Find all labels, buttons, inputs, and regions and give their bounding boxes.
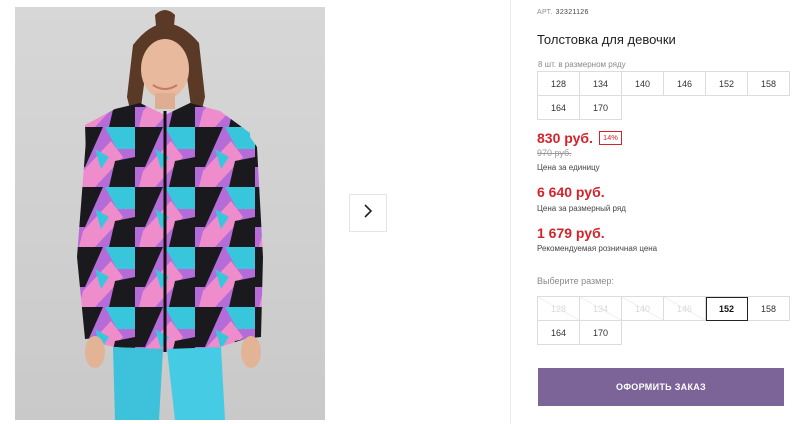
size-option-disabled: 128 [538,297,580,321]
pack-size-cell: 164 [538,96,580,120]
product-title: Толстовка для девочки [537,32,676,47]
size-option[interactable]: 170 [580,321,622,345]
pack-size-cell: 140 [622,72,664,96]
unit-price-row: 830 руб. 14% [537,130,622,146]
pack-price: 6 640 руб. [537,184,605,200]
retail-price: 1 679 руб. [537,225,605,241]
product-photo [15,7,325,420]
size-option-selected[interactable]: 152 [706,297,748,321]
article-label: АРТ. [537,9,553,16]
discount-badge: 14% [598,131,622,145]
pack-size-cell: 170 [580,96,622,120]
article-value: 32321126 [555,9,589,16]
article-number: АРТ. 32321126 [537,9,589,16]
pack-size-label: 8 шт. в размерном ряду [538,60,626,69]
pack-size-cell: 128 [538,72,580,96]
place-order-button[interactable]: ОФОРМИТЬ ЗАКАЗ [538,368,784,406]
pack-size-cell: 134 [580,72,622,96]
pack-size-cell: 146 [664,72,706,96]
next-image-button[interactable] [349,194,387,232]
size-picker-grid: 128 134 140 146 152 158 164 170 [537,296,790,345]
column-divider [510,0,511,424]
choose-size-label: Выберите размер: [537,276,614,286]
chevron-right-icon [362,203,374,224]
pack-size-cell: 158 [748,72,790,96]
size-option-disabled: 140 [622,297,664,321]
pack-size-cell: 152 [706,72,748,96]
size-option[interactable]: 164 [538,321,580,345]
unit-price-caption: Цена за единицу [537,163,600,172]
pack-price-caption: Цена за размерный ряд [537,204,626,213]
unit-price: 830 руб. [537,130,593,146]
size-option-disabled: 146 [664,297,706,321]
size-option[interactable]: 158 [748,297,790,321]
retail-price-caption: Рекомендуемая розничная цена [537,244,658,253]
old-price: 970 руб. [537,148,572,158]
pack-sizes-grid: 128 134 140 146 152 158 164 170 [537,71,790,120]
product-gallery [0,0,510,424]
size-option-disabled: 134 [580,297,622,321]
girl-in-fleece-jacket-image [77,10,263,420]
